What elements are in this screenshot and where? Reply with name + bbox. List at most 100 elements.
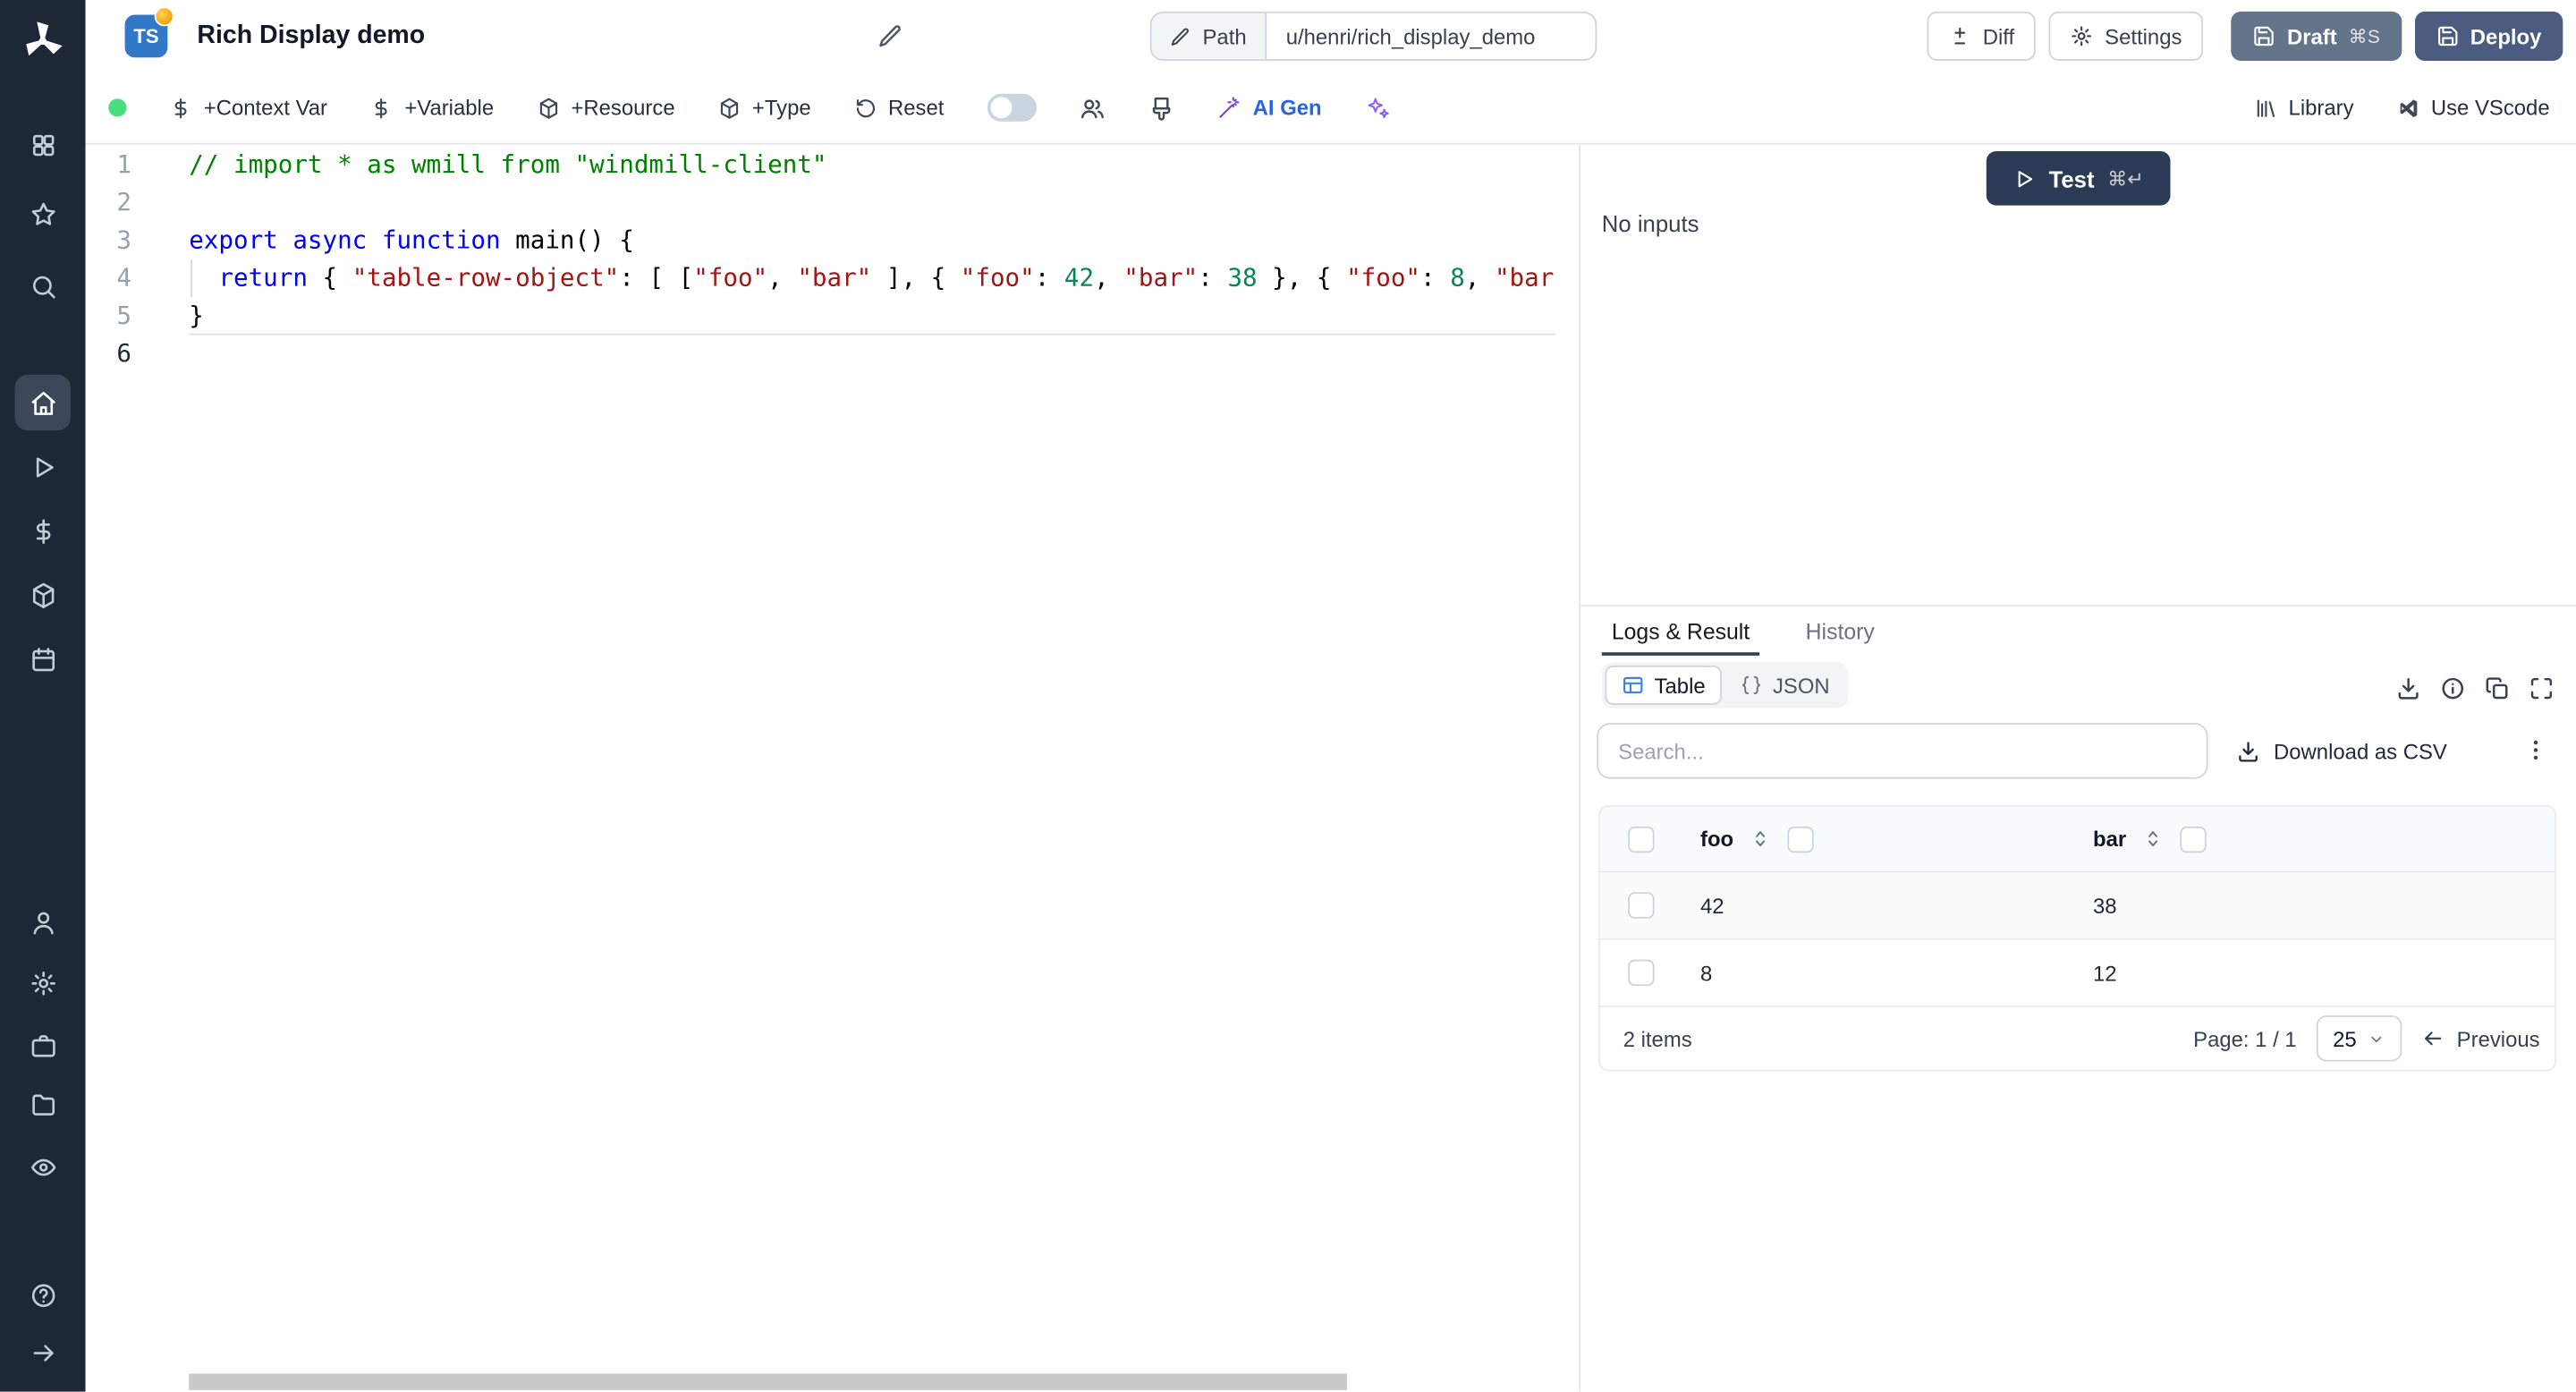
windmill-logo-icon[interactable] xyxy=(18,16,67,65)
test-shortcut: ⌘↵ xyxy=(2107,166,2144,190)
dollar-icon xyxy=(169,96,192,119)
sidebar-item-resources[interactable] xyxy=(15,567,71,623)
table-row[interactable]: 812 xyxy=(1600,940,2555,1007)
result-table-body: 4238812 xyxy=(1600,872,2555,1007)
ai-gen-label: AI Gen xyxy=(1253,96,1322,121)
use-vscode-button[interactable]: Use VScode xyxy=(2396,96,2549,121)
package-icon xyxy=(29,581,56,608)
diff-label: Diff xyxy=(1983,24,2014,49)
mode-toggle[interactable] xyxy=(987,94,1036,122)
cell-foo: 8 xyxy=(1700,961,1712,986)
cell-bar: 38 xyxy=(2093,893,2117,918)
toolbar-context-var-button[interactable]: +Context Var xyxy=(169,96,327,121)
download-icon xyxy=(2236,739,2261,764)
expand-result-icon[interactable] xyxy=(2529,675,2555,701)
search-icon xyxy=(29,272,56,300)
column-checkbox-bar[interactable] xyxy=(2181,826,2207,852)
sidebar-item-instance-settings[interactable] xyxy=(15,955,71,1010)
result-actions xyxy=(2395,666,2555,711)
toolbar-reset-button[interactable]: Reset xyxy=(853,96,944,121)
format-brush-icon[interactable] xyxy=(1148,95,1174,121)
download-result-icon[interactable] xyxy=(2395,675,2421,701)
row-checkbox[interactable] xyxy=(1628,892,1654,918)
app-window: TS Rich Display demo Path u/henri/rich_d… xyxy=(0,0,2576,1392)
row-checkbox[interactable] xyxy=(1628,960,1654,986)
download-csv-button[interactable]: Download as CSV xyxy=(2236,723,2447,778)
code-line-4[interactable]: return { "table-row-object": [ ["foo", "… xyxy=(189,259,1555,297)
sidebar-item-collapse[interactable] xyxy=(15,1324,71,1379)
tab-history[interactable]: History xyxy=(1806,607,1875,656)
deploy-button[interactable]: Deploy xyxy=(2414,12,2563,61)
result-tabs: Logs & Result History xyxy=(1580,607,2576,656)
code-line-3[interactable]: export async function main() { xyxy=(189,222,1555,259)
line-number-4: 4 xyxy=(86,259,131,297)
info-icon[interactable] xyxy=(2440,675,2466,701)
package-icon xyxy=(537,96,560,119)
tab-logs-result[interactable]: Logs & Result xyxy=(1612,607,1750,656)
sidebar-item-workers[interactable] xyxy=(15,1017,71,1073)
select-all-checkbox[interactable] xyxy=(1628,826,1654,852)
path-control[interactable]: Path u/henri/rich_display_demo xyxy=(1150,12,1597,61)
sidebar-item-home[interactable] xyxy=(15,375,71,430)
view-json-label: JSON xyxy=(1773,673,1830,698)
editor-code[interactable]: // import * as wmill from "windmill-clie… xyxy=(189,146,1555,372)
table-options-kebab[interactable] xyxy=(2515,730,2555,769)
user-icon xyxy=(29,908,56,936)
table-row[interactable]: 4238 xyxy=(1600,872,2555,939)
sidebar-item-schedules[interactable] xyxy=(15,631,71,686)
briefcase-icon xyxy=(29,1031,56,1059)
language-badge-label: TS xyxy=(133,25,158,48)
draft-button[interactable]: Draft ⌘S xyxy=(2232,12,2402,61)
previous-page-button[interactable]: Previous xyxy=(2422,1026,2539,1051)
multiplayer-users-icon[interactable] xyxy=(1079,95,1105,121)
toolbar-type-label: +Type xyxy=(752,96,811,121)
edit-title-button[interactable] xyxy=(877,23,903,49)
code-editor[interactable]: 123456 // import * as wmill from "windmi… xyxy=(86,145,1580,1392)
copy-result-icon[interactable] xyxy=(2484,675,2510,701)
view-table-button[interactable]: Table xyxy=(1605,666,1722,705)
sparkles-icon[interactable] xyxy=(1364,96,1389,121)
settings-button[interactable]: Settings xyxy=(2049,12,2204,61)
table-search-input[interactable] xyxy=(1597,723,2207,778)
toolbar-resource-button[interactable]: +Resource xyxy=(537,96,675,121)
sidebar-item-variables[interactable] xyxy=(15,503,71,558)
code-line-2[interactable] xyxy=(189,184,1555,222)
draft-shortcut: ⌘S xyxy=(2349,25,2380,48)
path-value[interactable]: u/henri/rich_display_demo xyxy=(1267,13,1595,59)
sidebar-item-folders[interactable] xyxy=(15,1076,71,1132)
sidebar-item-favorites[interactable] xyxy=(15,186,71,242)
line-number-6: 6 xyxy=(86,335,131,373)
code-line-5[interactable]: } xyxy=(189,297,1555,335)
page-size-select[interactable]: 25 xyxy=(2317,1015,2402,1061)
home-icon xyxy=(29,388,56,416)
sidebar-item-runs[interactable] xyxy=(15,438,71,494)
test-button[interactable]: Test ⌘↵ xyxy=(1987,151,2170,206)
table-icon xyxy=(1622,674,1645,697)
sidebar-item-audit-logs[interactable] xyxy=(15,1139,71,1194)
column-header-bar: bar xyxy=(2093,827,2126,852)
column-checkbox-foo[interactable] xyxy=(1788,826,1814,852)
sidebar-item-help[interactable] xyxy=(15,1267,71,1322)
code-line-6[interactable] xyxy=(189,335,1555,373)
ai-gen-button[interactable]: AI Gen xyxy=(1216,96,1321,121)
rotate-icon xyxy=(853,96,877,119)
view-json-button[interactable]: JSON xyxy=(1725,666,1844,705)
sidebar-item-search[interactable] xyxy=(15,258,71,313)
library-label: Library xyxy=(2289,96,2354,121)
draft-label: Draft xyxy=(2287,24,2337,49)
sort-foo-icon[interactable] xyxy=(1750,828,1772,850)
code-line-1[interactable]: // import * as wmill from "windmill-clie… xyxy=(189,146,1555,183)
status-dot xyxy=(108,98,126,116)
sidebar-item-apps[interactable] xyxy=(15,116,71,172)
library-button[interactable]: Library xyxy=(2254,96,2354,121)
sort-bar-icon[interactable] xyxy=(2143,828,2165,850)
diff-button[interactable]: Diff xyxy=(1927,12,2036,61)
line-number-5: 5 xyxy=(86,297,131,335)
toolbar-variable-button[interactable]: +Variable xyxy=(370,96,494,121)
sidebar-item-users[interactable] xyxy=(15,894,71,949)
arrow-right-icon xyxy=(29,1338,56,1366)
grid-icon xyxy=(29,131,56,158)
toolbar-type-button[interactable]: +Type xyxy=(717,96,810,121)
header-actions: Diff Settings Draft ⌘S Deploy xyxy=(1927,12,2563,61)
editor-horizontal-scrollbar[interactable] xyxy=(189,1374,1347,1390)
